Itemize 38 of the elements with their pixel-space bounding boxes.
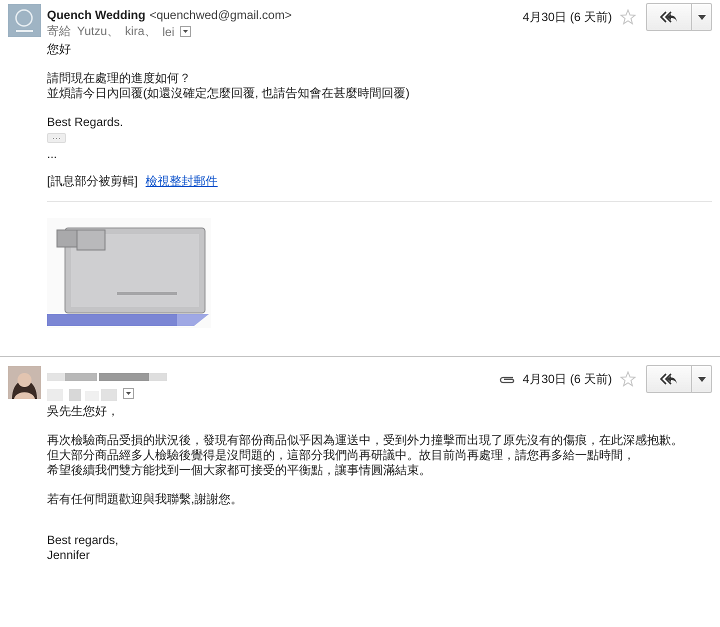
body-text: Jennifer: [47, 548, 91, 563]
view-entire-message-link[interactable]: 檢視整封郵件: [146, 174, 218, 189]
body-text: Best regards,: [47, 533, 120, 548]
expand-details-icon: [180, 26, 192, 37]
message-date: 4月30日 (6 天前): [522, 370, 612, 388]
trimmed-note: [訊息部分被剪輯]: [47, 174, 138, 189]
reply-button[interactable]: [646, 3, 692, 31]
logo-avatar-icon: [8, 4, 41, 37]
more-actions-button[interactable]: [692, 365, 712, 393]
body-text: Best Regards.: [47, 115, 124, 130]
person-avatar-icon: [8, 366, 41, 399]
body-text: ...: [47, 147, 58, 162]
caret-icon: [698, 376, 706, 382]
reply-all-icon: [660, 373, 678, 385]
sender-name: Quench Wedding: [47, 8, 146, 22]
message-date: 4月30日 (6 天前): [522, 8, 612, 26]
body-text: 但大部分商品經多人檢驗後覺得是沒問題的，這部分我們尚再研議中。故目前尚再處理，請您再多給一點時間，: [47, 448, 636, 463]
body-text: 並煩請今日內回覆(如還沒確定怎麼回覆, 也請告知會在甚麼時間回覆): [47, 86, 411, 101]
body-text: 請問現在處理的進度如何？: [47, 71, 192, 86]
body-text: 您好: [47, 42, 72, 57]
star-outline-icon[interactable]: [620, 371, 636, 387]
body-text: 希望後續我們雙方能找到一個大家都可接受的平衡點，讓事情圓滿結束。: [47, 463, 432, 478]
blurred-recipients-drawing: [47, 386, 117, 400]
expand-details-icon: [123, 388, 134, 399]
more-actions-button[interactable]: [692, 3, 712, 31]
show-trimmed-button[interactable]: ···: [47, 133, 66, 143]
body-text: 若有任何問題歡迎與我聯繫,謝謝您。: [47, 492, 244, 507]
recipients-label: 寄給: [47, 23, 71, 40]
recipient-name: kira、: [125, 23, 156, 40]
sender-email: <quenchwed@gmail.com>: [149, 8, 292, 22]
body-text: 再次檢驗商品受損的狀況後，發現有部份商品似乎因為運送中，受到外力撞擊而出現了原先沒有的傷痕，在此深感抱歉。: [47, 433, 684, 448]
recipient-name: Yutzu、: [77, 23, 120, 40]
body-text: 吳先生您好，: [47, 404, 120, 419]
caret-icon: [698, 14, 706, 20]
star-outline-icon[interactable]: [620, 9, 636, 25]
recipient-name: lei: [162, 24, 174, 38]
reply-button[interactable]: [646, 365, 692, 393]
reply-all-icon: [660, 11, 678, 23]
